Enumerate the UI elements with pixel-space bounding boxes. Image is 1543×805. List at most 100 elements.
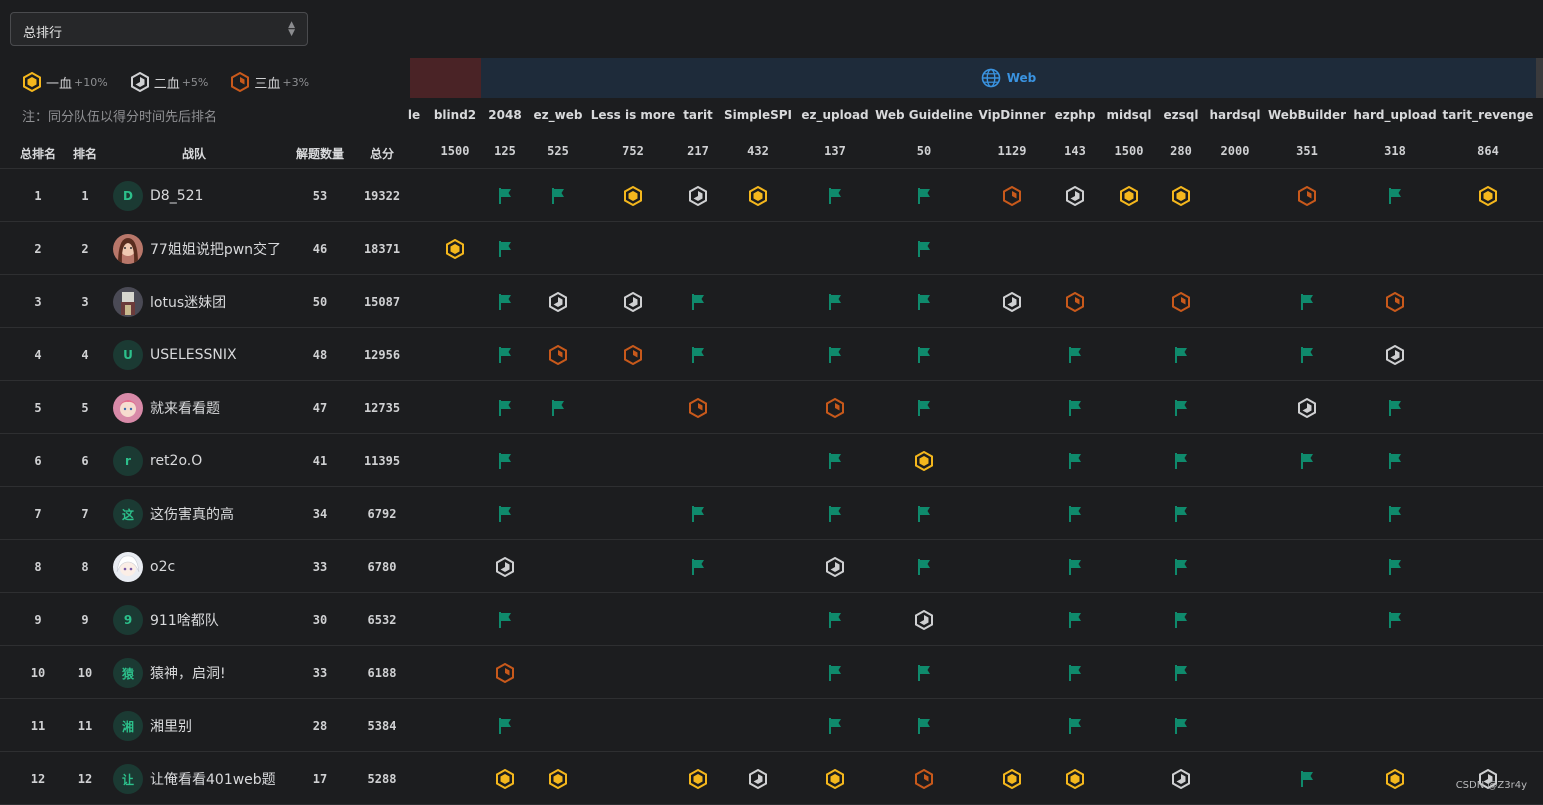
team-name[interactable]: lotus迷妹团 bbox=[150, 292, 226, 312]
challenge-midsql[interactable]: midsql bbox=[1106, 108, 1151, 122]
team-row[interactable]: 3 3 50 15087 lotus迷妹团 bbox=[0, 275, 1543, 328]
second-blood-icon bbox=[623, 291, 643, 312]
solved-flag-icon bbox=[495, 610, 515, 630]
team-name[interactable]: 猿神，启洞! bbox=[150, 663, 226, 683]
second-blood-icon bbox=[688, 185, 708, 206]
challenge-ez-upload[interactable]: ez_upload bbox=[801, 108, 868, 122]
challenge-points: 525 bbox=[547, 144, 569, 158]
team-row[interactable]: 1 1 53 19322 D D8_521 bbox=[0, 169, 1543, 222]
challenge-points: 280 bbox=[1170, 144, 1192, 158]
second-blood-icon bbox=[1297, 397, 1317, 418]
solved-flag-icon bbox=[495, 186, 515, 206]
second-blood-icon bbox=[130, 72, 149, 92]
challenge-ezphp[interactable]: ezphp bbox=[1055, 108, 1096, 122]
solved-flag-icon bbox=[825, 716, 845, 736]
challenge-vipdinner[interactable]: VipDinner bbox=[979, 108, 1046, 122]
team-name[interactable]: 77姐姐说把pwn交了 bbox=[150, 239, 281, 259]
team-row[interactable]: 6 6 41 11395 r ret2o.O bbox=[0, 434, 1543, 487]
solved-count-cell: 34 bbox=[312, 506, 328, 521]
solved-flag-icon bbox=[1065, 716, 1085, 736]
legend-second-blood: 二血 +5% bbox=[130, 72, 208, 92]
team-name[interactable]: ret2o.O bbox=[150, 453, 202, 469]
solved-count-cell: 17 bbox=[312, 771, 328, 786]
team-row[interactable]: 8 8 33 6780 o2c bbox=[0, 540, 1543, 593]
solved-flag-icon bbox=[825, 292, 845, 312]
team-name[interactable]: 就来看看题 bbox=[150, 398, 220, 418]
score-cell: 19322 bbox=[363, 188, 401, 203]
score-cell: 12735 bbox=[363, 400, 401, 415]
solved-flag-icon bbox=[1385, 610, 1405, 630]
challenge-hardsql[interactable]: hardsql bbox=[1210, 108, 1261, 122]
third-blood-icon bbox=[1297, 185, 1317, 206]
solved-flag-icon bbox=[1385, 398, 1405, 418]
solved-count-cell: 53 bbox=[312, 188, 328, 203]
team-row[interactable]: 4 4 48 12956 U USELESSNIX bbox=[0, 328, 1543, 381]
solved-flag-icon bbox=[1297, 769, 1317, 789]
solved-flag-icon bbox=[495, 398, 515, 418]
team-row[interactable]: 2 2 46 18371 77姐姐说把pwn交了 bbox=[0, 222, 1543, 275]
challenge-points: 752 bbox=[622, 144, 644, 158]
team-name[interactable]: D8_521 bbox=[150, 188, 203, 204]
challenge-ez-web[interactable]: ez_web bbox=[534, 108, 583, 122]
challenge-blind2[interactable]: blind2 bbox=[434, 108, 476, 122]
overall-rank-cell: 5 bbox=[34, 400, 42, 415]
solved-flag-icon bbox=[1171, 451, 1191, 471]
team-name[interactable]: o2c bbox=[150, 559, 175, 575]
challenge-less-is-more[interactable]: Less is more bbox=[591, 108, 676, 122]
challenge-points: 864 bbox=[1477, 144, 1499, 158]
team-name[interactable]: 这伤害真的高 bbox=[150, 504, 234, 524]
team-name[interactable]: 911啥都队 bbox=[150, 610, 219, 630]
solved-flag-icon bbox=[495, 451, 515, 471]
second-blood-icon bbox=[1065, 185, 1085, 206]
challenge-web-guideline[interactable]: Web Guideline bbox=[875, 108, 973, 122]
overall-rank-cell: 1 bbox=[34, 188, 42, 203]
solved-flag-icon bbox=[1065, 557, 1085, 577]
challenge-simplespi[interactable]: SimpleSPI bbox=[724, 108, 792, 122]
rank-cell: 3 bbox=[81, 294, 89, 309]
challenge-ezsql[interactable]: ezsql bbox=[1164, 108, 1199, 122]
team-name[interactable]: USELESSNIX bbox=[150, 347, 237, 363]
overall-rank-cell: 2 bbox=[34, 241, 42, 256]
challenge-points: 1129 bbox=[997, 144, 1027, 158]
first-blood-icon bbox=[914, 450, 934, 471]
challenge-tarit-revenge[interactable]: tarit_revenge bbox=[1443, 108, 1534, 122]
challenge-points: 2000 bbox=[1220, 144, 1250, 158]
solved-flag-icon bbox=[495, 716, 515, 736]
solved-flag-icon bbox=[1297, 451, 1317, 471]
team-name[interactable]: 湘里别 bbox=[150, 716, 192, 736]
solved-flag-icon bbox=[914, 292, 934, 312]
solved-flag-icon bbox=[914, 345, 934, 365]
second-blood-icon bbox=[548, 291, 568, 312]
rank-cell: 4 bbox=[81, 347, 89, 362]
team-row[interactable]: 5 5 47 12735 就来看看题 bbox=[0, 381, 1543, 434]
solved-flag-icon bbox=[1171, 398, 1191, 418]
third-blood-icon bbox=[548, 344, 568, 365]
challenge-le[interactable]: le bbox=[408, 108, 420, 122]
second-blood-icon bbox=[748, 768, 768, 789]
avatar: 9 bbox=[113, 605, 143, 635]
avatar: 湘 bbox=[113, 711, 143, 741]
third-blood-icon bbox=[1171, 291, 1191, 312]
team-row[interactable]: 7 7 34 6792 这这伤害真的高 bbox=[0, 487, 1543, 540]
challenge-tarit[interactable]: tarit bbox=[683, 108, 713, 122]
team-row[interactable]: 12 12 17 5288 让让俺看看401web题 bbox=[0, 752, 1543, 805]
solved-flag-icon bbox=[1065, 345, 1085, 365]
team-row[interactable]: 10 10 33 6188 猿猿神，启洞! bbox=[0, 646, 1543, 699]
first-blood-icon bbox=[548, 768, 568, 789]
team-row[interactable]: 11 11 28 5384 湘湘里别 bbox=[0, 699, 1543, 752]
web-category-segment[interactable]: Web bbox=[481, 58, 1536, 98]
challenge-webbuilder[interactable]: WebBuilder bbox=[1268, 108, 1346, 122]
watermark: CSDN @Z3r4y bbox=[1455, 780, 1527, 791]
challenge-points: 217 bbox=[687, 144, 709, 158]
ranking-select[interactable]: 总排行 ▲ ▼ bbox=[10, 12, 308, 46]
team-name[interactable]: 让俺看看401web题 bbox=[150, 769, 276, 789]
rank-cell: 9 bbox=[81, 612, 89, 627]
solved-flag-icon bbox=[1171, 557, 1191, 577]
team-row[interactable]: 9 9 30 6532 9 911啥都队 bbox=[0, 593, 1543, 646]
solved-flag-icon bbox=[825, 663, 845, 683]
challenge-2048[interactable]: 2048 bbox=[488, 108, 521, 122]
challenge-hard-upload[interactable]: hard_upload bbox=[1353, 108, 1436, 122]
solved-flag-icon bbox=[548, 186, 568, 206]
solved-flag-icon bbox=[914, 663, 934, 683]
overall-rank-cell: 4 bbox=[34, 347, 42, 362]
